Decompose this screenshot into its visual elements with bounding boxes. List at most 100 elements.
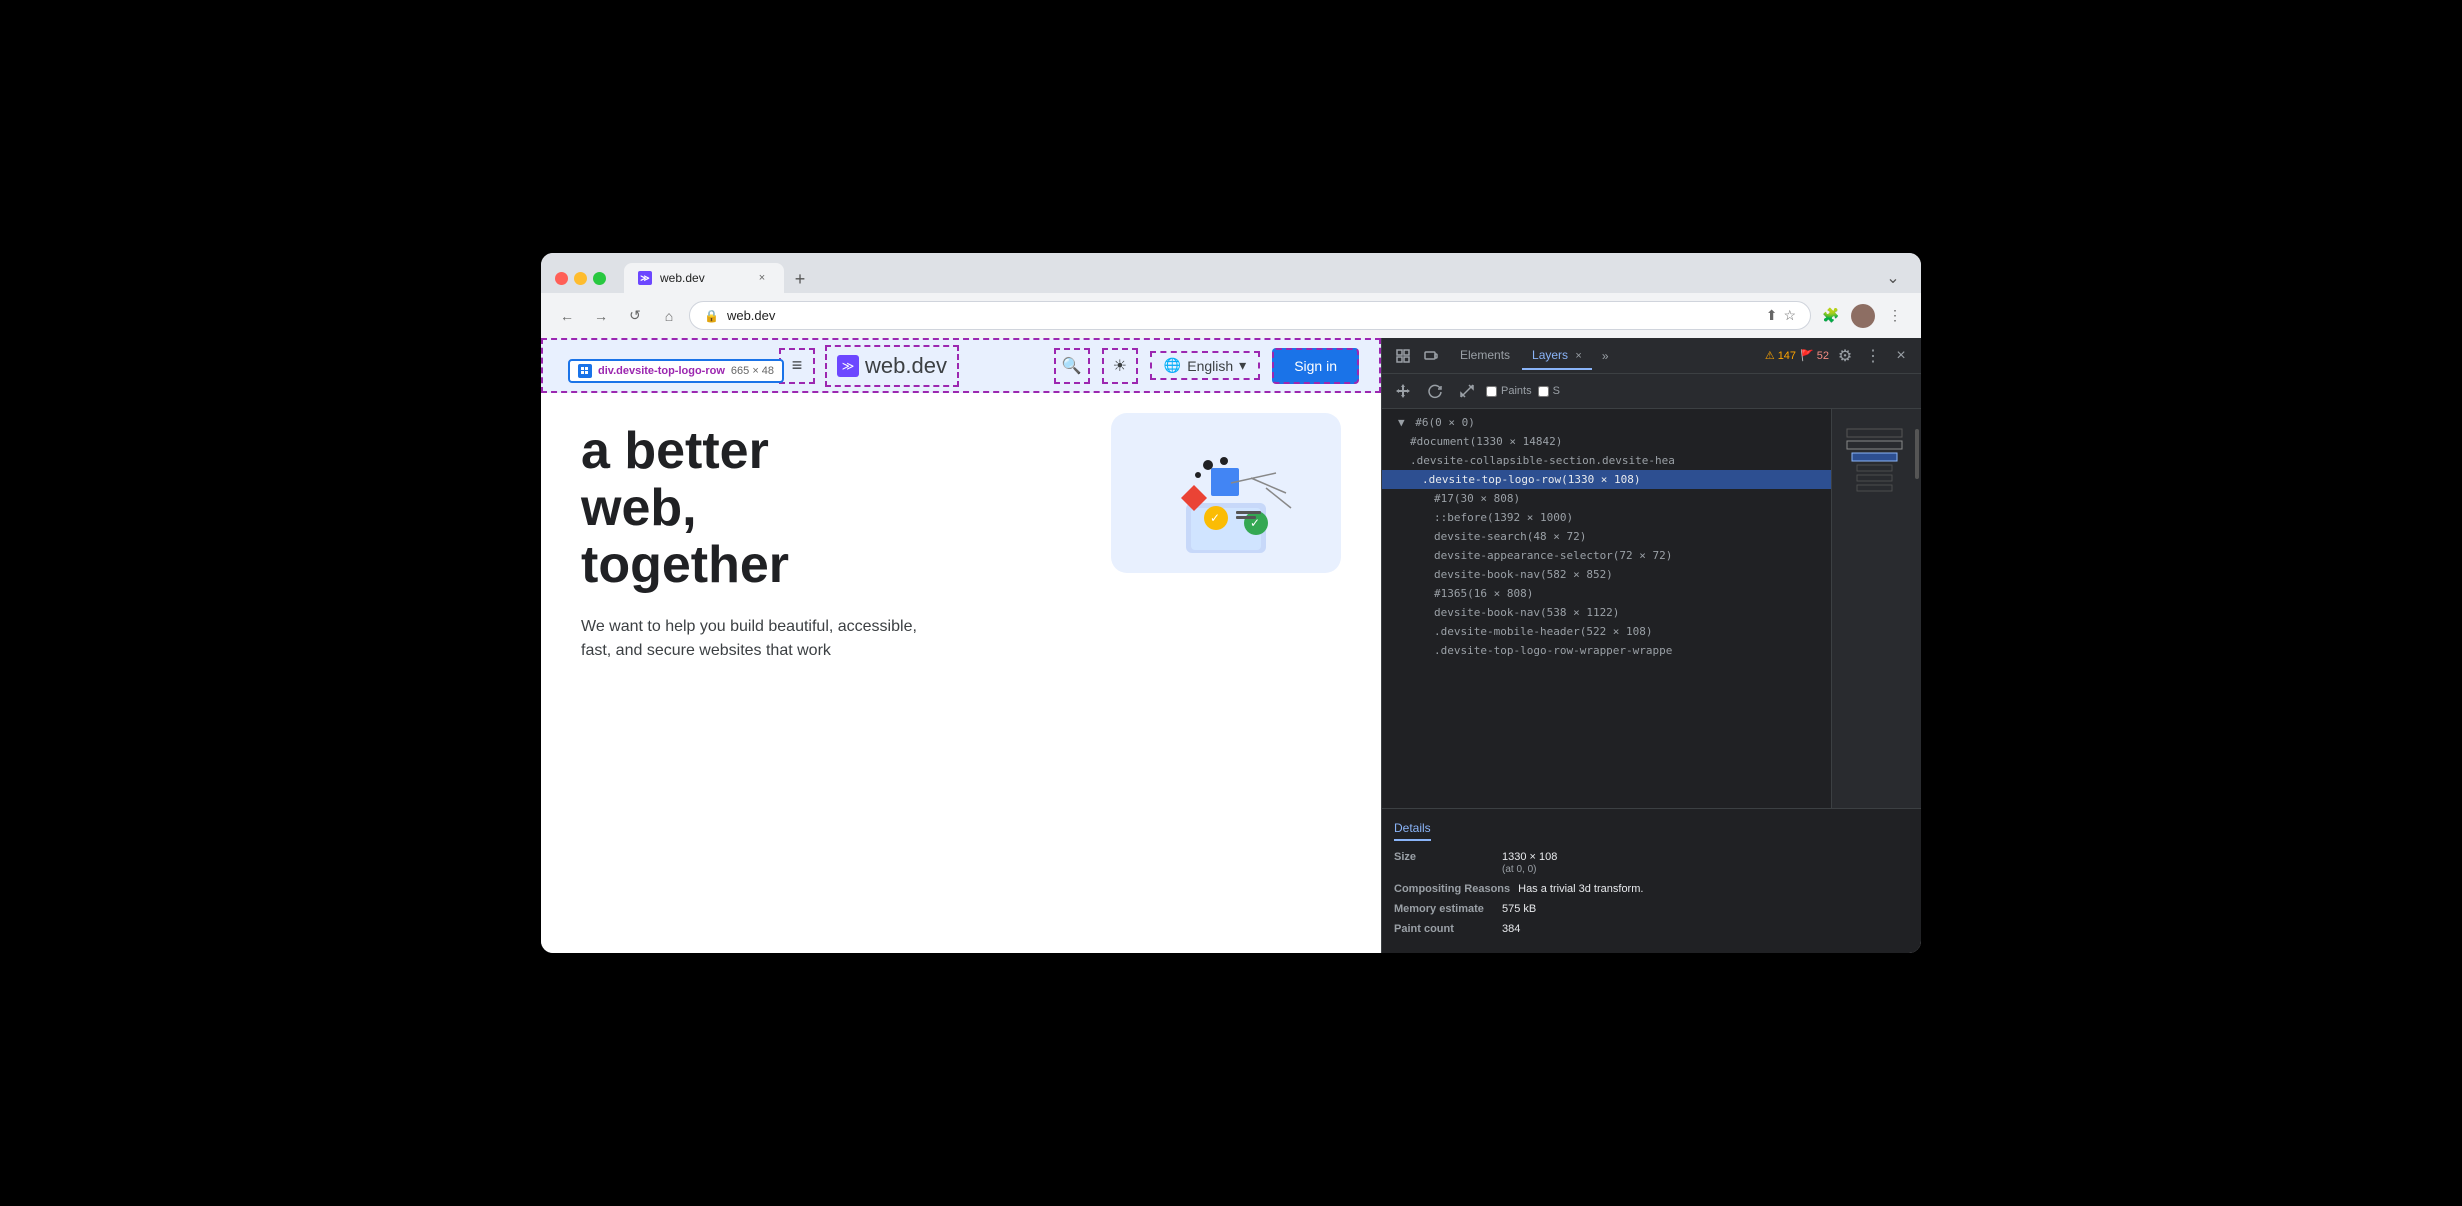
layers-tree[interactable]: ▼ #6(0 × 0) #document(1330 × 14842) .dev… xyxy=(1382,409,1831,808)
device-emulation-button[interactable] xyxy=(1418,343,1444,369)
element-name: div.devsite-top-logo-row xyxy=(598,365,725,377)
header-right: 🔍 ☀ 🌐 English ▾ Sign in xyxy=(1054,348,1359,384)
layer-item-document[interactable]: #document(1330 × 14842) xyxy=(1382,432,1831,451)
forward-button[interactable]: → xyxy=(587,302,615,330)
size-value: 1330 × 108 (at 0, 0) xyxy=(1502,851,1557,875)
search-button[interactable]: 🔍 xyxy=(1054,348,1090,384)
tab-elements[interactable]: Elements xyxy=(1450,342,1520,370)
browser-window: ≫ web.dev × + ⌄ ← → ↺ ⌂ 🔒 web.dev ⬆ ☆ 🧩 … xyxy=(541,253,1921,953)
details-memory-row: Memory estimate 575 kB xyxy=(1394,903,1909,915)
paint-count-value: 384 xyxy=(1502,923,1520,935)
back-button[interactable]: ← xyxy=(553,302,581,330)
tab-title: web.dev xyxy=(660,271,746,285)
layer-item-text: ::before(1392 × 1000) xyxy=(1434,511,1573,524)
tab-close-button[interactable]: × xyxy=(754,270,770,286)
scroll-checkbox[interactable]: S xyxy=(1538,385,1560,397)
tab-layers-close[interactable]: × xyxy=(1575,350,1581,362)
details-tab[interactable]: Details xyxy=(1394,821,1431,841)
language-selector[interactable]: 🌐 English ▾ xyxy=(1150,351,1260,380)
devtools-settings-button[interactable]: ⚙ xyxy=(1833,344,1857,368)
compositing-value: Has a trivial 3d transform. xyxy=(1518,883,1643,895)
address-bar-actions: ⬆ ☆ xyxy=(1766,307,1796,324)
layer-item-mobile-header[interactable]: .devsite-mobile-header(522 × 108) xyxy=(1382,622,1831,641)
layer-item-text: devsite-book-nav(582 × 852) xyxy=(1434,568,1613,581)
compositing-label: Compositing Reasons xyxy=(1394,883,1510,895)
element-dimensions: 665 × 48 xyxy=(731,365,774,377)
devtools-close-button[interactable]: × xyxy=(1889,344,1913,368)
inspect-element-button[interactable] xyxy=(1390,343,1416,369)
layer-item-1365[interactable]: #1365(16 × 808) xyxy=(1382,584,1831,603)
size-label: Size xyxy=(1394,851,1494,875)
layer-item-text: #1365(16 × 808) xyxy=(1434,587,1533,600)
more-tabs-button[interactable]: » xyxy=(1594,345,1617,367)
layer-item-text: #document(1330 × 14842) xyxy=(1410,435,1562,448)
layer-item-search[interactable]: devsite-search(48 × 72) xyxy=(1382,527,1831,546)
layer-item-logo-row[interactable]: .devsite-top-logo-row(1330 × 108) xyxy=(1382,470,1831,489)
home-button[interactable]: ⌂ xyxy=(655,302,683,330)
traffic-lights xyxy=(555,272,606,285)
site-logo: ≫ web.dev xyxy=(825,345,959,387)
memory-label: Memory estimate xyxy=(1394,903,1494,915)
rotate-tool-button[interactable] xyxy=(1422,378,1448,404)
resize-tool-button[interactable] xyxy=(1454,378,1480,404)
layer-item-collapsible[interactable]: .devsite-collapsible-section.devsite-hea xyxy=(1382,451,1831,470)
layer-item-book-nav-2[interactable]: devsite-book-nav(538 × 1122) xyxy=(1382,603,1831,622)
tab-layers[interactable]: Layers × xyxy=(1522,342,1592,370)
chevron-down-icon: ▾ xyxy=(1239,357,1246,374)
error-badge: 🚩 52 xyxy=(1800,349,1829,362)
main-area: div.devsite-top-logo-row 665 × 48 ≡ ≫ we… xyxy=(541,338,1921,953)
layers-toolbar: Paints S xyxy=(1382,374,1921,409)
layer-item-appearance[interactable]: devsite-appearance-selector(72 × 72) xyxy=(1382,546,1831,565)
layer-item-text: #6(0 × 0) xyxy=(1415,416,1475,429)
memory-value: 575 kB xyxy=(1502,903,1536,915)
share-icon[interactable]: ⬆ xyxy=(1766,307,1778,324)
title-bar: ≫ web.dev × + ⌄ xyxy=(541,253,1921,293)
paints-checkbox[interactable]: Paints xyxy=(1486,385,1532,397)
address-bar[interactable]: 🔒 web.dev ⬆ ☆ xyxy=(689,301,1811,330)
minimize-traffic-light[interactable] xyxy=(574,272,587,285)
page-content: a better web, together We want to help y… xyxy=(541,393,1381,693)
page-header: div.devsite-top-logo-row 665 × 48 ≡ ≫ we… xyxy=(541,338,1381,393)
site-name: web.dev xyxy=(865,353,947,379)
layer-item-text: .devsite-top-logo-row(1330 × 108) xyxy=(1422,473,1641,486)
profile-avatar[interactable] xyxy=(1851,304,1875,328)
hamburger-menu-button[interactable]: ≡ xyxy=(779,348,815,384)
title-bar-right: ⌄ xyxy=(1879,264,1907,292)
layer-item-root[interactable]: ▼ #6(0 × 0) xyxy=(1382,413,1831,432)
inspector-label: div.devsite-top-logo-row 665 × 48 xyxy=(568,359,784,383)
layer-item-text: devsite-search(48 × 72) xyxy=(1434,530,1586,543)
sign-in-button[interactable]: Sign in xyxy=(1272,348,1359,384)
close-traffic-light[interactable] xyxy=(555,272,568,285)
devtools-tabs: Elements Layers × » xyxy=(1450,342,1617,370)
pan-tool-button[interactable] xyxy=(1390,378,1416,404)
layer-item-text: .devsite-mobile-header(522 × 108) xyxy=(1434,625,1653,638)
theme-toggle-button[interactable]: ☀ xyxy=(1102,348,1138,384)
tab-favicon: ≫ xyxy=(638,271,652,285)
details-size-row: Size 1330 × 108 (at 0, 0) xyxy=(1394,851,1909,875)
new-tab-button[interactable]: + xyxy=(786,265,814,293)
active-tab[interactable]: ≫ web.dev × xyxy=(624,263,784,293)
layers-preview xyxy=(1831,409,1921,808)
layer-item-text: .devsite-top-logo-row-wrapper-wrappe xyxy=(1434,644,1672,657)
layer-item-wrapper[interactable]: .devsite-top-logo-row-wrapper-wrappe xyxy=(1382,641,1831,660)
layer-item-text: devsite-book-nav(538 × 1122) xyxy=(1434,606,1619,619)
preview-scrollbar[interactable] xyxy=(1915,429,1919,479)
security-icon: 🔒 xyxy=(704,309,719,323)
refresh-button[interactable]: ↺ xyxy=(621,302,649,330)
svg-text:✓: ✓ xyxy=(1210,511,1220,525)
devtools-more-button[interactable]: ⋮ xyxy=(1861,344,1885,368)
chevron-down-icon[interactable]: ⌄ xyxy=(1879,264,1907,292)
warning-count: 147 xyxy=(1778,350,1796,362)
layer-item-17[interactable]: #17(30 × 808) xyxy=(1382,489,1831,508)
bookmark-icon[interactable]: ☆ xyxy=(1783,307,1796,324)
extensions-button[interactable]: 🧩 xyxy=(1817,302,1845,330)
scroll-checkbox-input[interactable] xyxy=(1538,386,1549,397)
error-icon: 🚩 xyxy=(1800,349,1814,362)
layer-item-before[interactable]: ::before(1392 × 1000) xyxy=(1382,508,1831,527)
paints-checkbox-input[interactable] xyxy=(1486,386,1497,397)
layer-item-book-nav-1[interactable]: devsite-book-nav(582 × 852) xyxy=(1382,565,1831,584)
more-options-button[interactable]: ⋮ xyxy=(1881,302,1909,330)
subtext: We want to help you build beautiful, acc… xyxy=(581,615,921,663)
maximize-traffic-light[interactable] xyxy=(593,272,606,285)
language-text: English xyxy=(1187,358,1233,374)
